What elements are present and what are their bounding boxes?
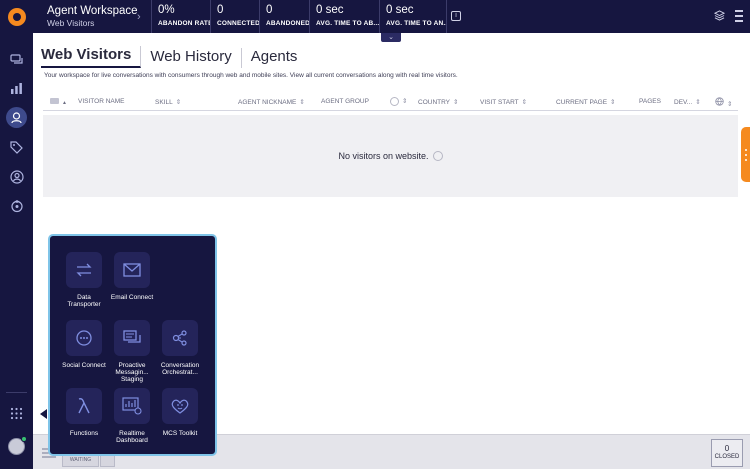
app-label: Data Transporter — [67, 294, 101, 308]
dashboard-icon — [114, 388, 150, 424]
launcher-caret — [40, 409, 47, 419]
menu-icon[interactable] — [735, 10, 743, 22]
app-mcs-toolkit[interactable]: MCS Toolkit — [156, 388, 204, 437]
conversation-orchestrator-icon — [162, 320, 198, 356]
kpi-value: 0% — [158, 4, 175, 16]
chevron-right-icon: › — [137, 10, 141, 23]
smiley-icon — [390, 97, 399, 106]
online-status-dot — [21, 436, 27, 442]
column-sentiment[interactable]: ⇕ — [390, 97, 407, 106]
tag-icon[interactable] — [8, 139, 25, 156]
app-social-connect[interactable]: Social Connect — [60, 320, 108, 369]
side-panel-handle[interactable] — [741, 127, 750, 182]
workspace-name: Agent Workspace — [47, 4, 138, 17]
column-skill[interactable]: SKILL ⇕ — [155, 98, 181, 106]
kpi-avg-time-to-answer: 0 sec AVG. TIME TO AN... — [379, 0, 447, 33]
column-current-page[interactable]: CURRENT PAGE ⇕ — [556, 98, 616, 106]
kpi-value: 0 — [266, 4, 273, 16]
workspace-title: Agent Workspace Web Visitors — [47, 4, 138, 29]
data-transporter-icon — [66, 252, 102, 288]
closed-count: 0 — [724, 444, 730, 453]
automation-icon[interactable] — [8, 197, 25, 214]
column-pages[interactable]: PAGES — [639, 98, 661, 105]
app-label: Proactive Messagin... Staging — [115, 362, 149, 383]
agent-workspace-icon[interactable] — [6, 107, 27, 128]
social-connect-icon — [66, 320, 102, 356]
app-realtime-dashboard[interactable]: Realtime Dashboard — [108, 388, 156, 444]
app-conversation-orchestrator[interactable]: Conversation Orchestrat... — [156, 320, 204, 376]
layers-icon[interactable] — [714, 10, 725, 21]
column-language[interactable]: ⇕ — [715, 97, 732, 108]
app-label: Functions — [69, 430, 99, 437]
kpi-avg-time-to-abandon: 0 sec AVG. TIME TO AB... — [309, 0, 379, 33]
app-functions[interactable]: Functions — [60, 388, 108, 437]
kpi-abandon-rate: 0% ABANDON RATE — [151, 0, 210, 33]
app-label: Email Connect — [110, 294, 154, 301]
logo[interactable] — [0, 0, 33, 33]
app-data-transporter[interactable]: Data Transporter — [60, 252, 108, 308]
column-country[interactable]: COUNTRY ⇕ — [418, 98, 458, 106]
app-label: Conversation Orchestrat... — [160, 362, 200, 376]
tab-web-visitors[interactable]: Web Visitors — [41, 46, 142, 68]
column-agent-nickname[interactable]: AGENT NICKNAME ⇕ — [238, 98, 305, 106]
proactive-messaging-icon — [114, 320, 150, 356]
tab-agents[interactable]: Agents — [242, 48, 307, 68]
top-header: Agent Workspace Web Visitors › 0% ABANDO… — [0, 0, 750, 33]
kpi-label: ABANDON RATE — [158, 20, 210, 27]
info-icon[interactable]: i — [451, 11, 461, 21]
globe-icon — [715, 97, 724, 106]
apps-grid-icon[interactable] — [8, 405, 25, 422]
app-label: MCS Toolkit — [162, 430, 198, 437]
conversations-icon[interactable] — [8, 52, 25, 69]
kpi-label: CONNECTED — [217, 20, 259, 27]
closed-label: CLOSED — [714, 454, 740, 460]
kpi-value: 0 sec — [386, 4, 414, 16]
app-label: Social Connect — [62, 362, 106, 369]
empty-state-text: No visitors on website. — [338, 151, 429, 161]
app-proactive-messaging[interactable]: Proactive Messagin... Staging — [108, 320, 156, 383]
kpi-value: 0 sec — [316, 4, 344, 16]
mcs-toolkit-icon — [162, 388, 198, 424]
column-device[interactable]: DEV... ⇕ — [674, 98, 701, 106]
column-visitor-name[interactable]: VISITOR NAME — [78, 98, 124, 105]
tab-bar: Web Visitors Web History Agents — [41, 46, 306, 68]
workspace-subtitle: Web Visitors — [47, 17, 95, 28]
left-nav — [0, 33, 33, 469]
analytics-icon[interactable] — [8, 80, 25, 97]
app-email-connect[interactable]: Email Connect — [108, 252, 156, 301]
lambda-icon — [66, 388, 102, 424]
kpi-connected: 0 CONNECTED — [210, 0, 259, 33]
column-agent-group[interactable]: AGENT GROUP — [321, 98, 369, 105]
kpi-label: AVG. TIME TO AB... — [316, 20, 379, 27]
collapse-header-button[interactable]: ⌄ — [381, 33, 401, 42]
closed-counter[interactable]: 0 CLOSED — [711, 439, 743, 467]
smiley-icon — [432, 151, 443, 161]
column-visit-start[interactable]: VISIT START ⇕ — [480, 98, 527, 106]
users-icon[interactable] — [8, 168, 25, 185]
logo-icon — [7, 7, 26, 26]
page-description: Your workspace for live conversations wi… — [44, 72, 458, 79]
kpi-label: AVG. TIME TO AN... — [386, 20, 446, 27]
table-header: ▲ VISITOR NAME SKILL ⇕ AGENT NICKNAME ⇕ AG… — [43, 94, 738, 111]
tab-web-history[interactable]: Web History — [141, 48, 242, 68]
select-all-checkbox[interactable]: ▲ — [50, 98, 67, 106]
app-launcher: Data Transporter Email Connect Social Co… — [48, 234, 217, 456]
avatar-icon[interactable] — [8, 436, 27, 455]
empty-state: No visitors on website. — [43, 115, 738, 197]
app-label: Realtime Dashboard — [116, 430, 148, 444]
kpi-value: 0 — [217, 4, 224, 16]
kpi-label: ABANDONED — [266, 20, 309, 27]
email-icon — [114, 252, 150, 288]
nav-divider — [6, 392, 27, 393]
kpi-abandoned: 0 ABANDONED — [259, 0, 309, 33]
